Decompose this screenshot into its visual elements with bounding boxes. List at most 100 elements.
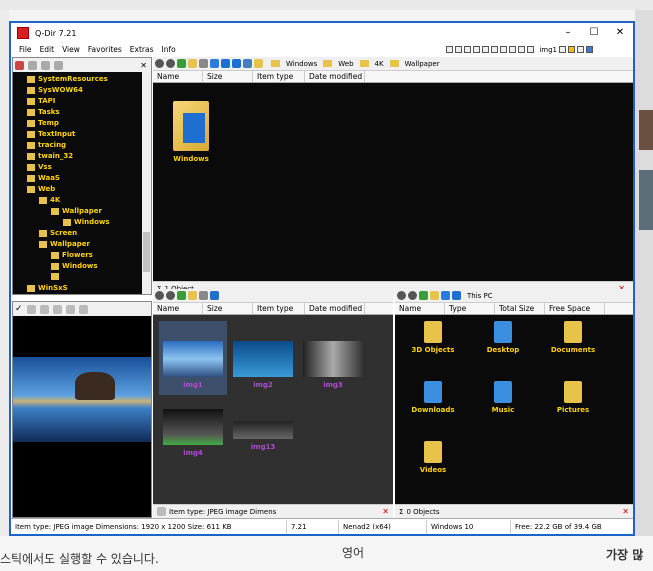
menu-edit[interactable]: Edit bbox=[40, 45, 55, 54]
up-icon[interactable] bbox=[177, 59, 186, 68]
tree-icon[interactable] bbox=[15, 60, 24, 70]
tree-item[interactable]: Wallpaper bbox=[51, 207, 102, 215]
tree-item[interactable]: SystemResources bbox=[27, 75, 108, 83]
menu-extras[interactable]: Extras bbox=[130, 45, 154, 54]
up-icon[interactable] bbox=[419, 291, 428, 300]
list-item[interactable]: Downloads bbox=[409, 381, 457, 414]
column-total-size[interactable]: Total Size bbox=[495, 303, 545, 314]
preview-option-icon[interactable] bbox=[78, 304, 88, 314]
close-button[interactable]: ✕ bbox=[607, 23, 633, 43]
breadcrumb-item[interactable]: Wallpaper bbox=[402, 60, 443, 68]
tree-item[interactable]: Windows bbox=[63, 218, 110, 226]
column-date-modified[interactable]: Date modified bbox=[305, 303, 365, 314]
layout-icon[interactable] bbox=[527, 46, 535, 53]
back-button[interactable] bbox=[155, 291, 164, 300]
preview-option-icon[interactable] bbox=[65, 304, 75, 314]
maximize-button[interactable]: ☐ bbox=[581, 23, 607, 43]
tree-item[interactable]: Flowers bbox=[51, 251, 93, 259]
column-size[interactable]: Size bbox=[203, 71, 253, 82]
back-button[interactable] bbox=[155, 59, 164, 68]
tree-item[interactable]: Tasks bbox=[27, 108, 60, 116]
tree-item[interactable]: WaaS bbox=[27, 174, 60, 182]
close-icon[interactable]: ✕ bbox=[140, 61, 147, 70]
forward-button[interactable] bbox=[408, 291, 417, 300]
column-type[interactable]: Type bbox=[445, 303, 495, 314]
minimize-button[interactable]: – bbox=[555, 23, 581, 43]
list-item[interactable]: Videos bbox=[409, 441, 457, 474]
preview-option-icon[interactable] bbox=[52, 304, 62, 314]
check-icon[interactable]: ✓ bbox=[15, 304, 23, 314]
layout-icon[interactable] bbox=[491, 46, 499, 53]
refresh-icon[interactable] bbox=[441, 291, 450, 300]
tree-option-icon[interactable] bbox=[41, 60, 50, 70]
monitor-icon[interactable] bbox=[586, 46, 593, 53]
list-item[interactable]: img13 bbox=[229, 399, 297, 473]
layout-icon[interactable] bbox=[518, 46, 526, 53]
quick-label[interactable]: img1 bbox=[539, 46, 557, 54]
folder-icon[interactable] bbox=[430, 291, 439, 300]
column-item-type[interactable]: Item type bbox=[253, 303, 305, 314]
layout-icon[interactable] bbox=[464, 46, 472, 53]
up-icon[interactable] bbox=[177, 291, 186, 300]
tree-item[interactable]: WinSxS bbox=[27, 284, 68, 292]
monitor-icon[interactable] bbox=[210, 291, 219, 300]
tree-item[interactable]: twain_32 bbox=[27, 152, 73, 160]
view-icon[interactable] bbox=[199, 291, 208, 300]
list-item[interactable]: 3D Objects bbox=[409, 321, 457, 354]
refresh-icon[interactable] bbox=[210, 59, 219, 68]
tree-item[interactable]: TextInput bbox=[27, 130, 75, 138]
column-name[interactable]: Name bbox=[395, 303, 445, 314]
tree-option-icon[interactable] bbox=[28, 60, 37, 70]
layout-icon[interactable] bbox=[446, 46, 454, 53]
layout-icon[interactable] bbox=[455, 46, 463, 53]
list-item[interactable]: img3 bbox=[299, 321, 367, 395]
monitor-icon[interactable] bbox=[221, 59, 230, 68]
tools-icon[interactable] bbox=[577, 46, 584, 53]
tree-item[interactable]: Wallpaper bbox=[39, 240, 90, 248]
layout-icon[interactable] bbox=[473, 46, 481, 53]
forward-button[interactable] bbox=[166, 59, 175, 68]
back-button[interactable] bbox=[397, 291, 406, 300]
forward-button[interactable] bbox=[166, 291, 175, 300]
menu-info[interactable]: Info bbox=[162, 45, 176, 54]
pin-icon[interactable] bbox=[559, 46, 566, 53]
tree-item[interactable] bbox=[51, 273, 59, 280]
layout-icon[interactable] bbox=[482, 46, 490, 53]
breadcrumb-item[interactable]: 4K bbox=[372, 60, 387, 68]
list-item[interactable]: img2 bbox=[229, 321, 297, 395]
preview-option-icon[interactable] bbox=[39, 304, 49, 314]
tree-item[interactable]: TAPI bbox=[27, 97, 55, 105]
column-size[interactable]: Size bbox=[203, 303, 253, 314]
list-item[interactable]: Music bbox=[479, 381, 527, 414]
column-name[interactable]: Name bbox=[153, 71, 203, 82]
monitor-icon[interactable] bbox=[452, 291, 461, 300]
tree-item[interactable]: Vss bbox=[27, 163, 52, 171]
list-item[interactable]: Windows bbox=[171, 101, 211, 163]
list-item[interactable]: Pictures bbox=[545, 381, 601, 414]
column-free-space[interactable]: Free Space bbox=[545, 303, 605, 314]
list-item[interactable]: Documents bbox=[545, 321, 601, 354]
list-item[interactable]: Desktop bbox=[479, 321, 527, 354]
tree-item[interactable]: Windows bbox=[51, 262, 98, 270]
column-item-type[interactable]: Item type bbox=[253, 71, 305, 82]
list-item[interactable]: img1 bbox=[159, 321, 227, 395]
star-icon[interactable] bbox=[568, 46, 575, 53]
monitor-icon[interactable] bbox=[232, 59, 241, 68]
tree-item[interactable]: SysWOW64 bbox=[27, 86, 83, 94]
tree-option-icon[interactable] bbox=[54, 60, 63, 70]
column-name[interactable]: Name bbox=[153, 303, 203, 314]
location-label[interactable]: This PC bbox=[467, 292, 493, 300]
view-icon[interactable] bbox=[199, 59, 208, 68]
folder-icon[interactable] bbox=[254, 59, 263, 68]
tree-item[interactable]: Web bbox=[27, 185, 55, 193]
tree-item[interactable]: 4K bbox=[39, 196, 60, 204]
menu-file[interactable]: File bbox=[19, 45, 32, 54]
preview-option-icon[interactable] bbox=[26, 304, 36, 314]
menu-view[interactable]: View bbox=[62, 45, 80, 54]
folder-icon[interactable] bbox=[188, 59, 197, 68]
tree-item[interactable]: tracing bbox=[27, 141, 66, 149]
tree-item[interactable]: Temp bbox=[27, 119, 59, 127]
layout-icon[interactable] bbox=[500, 46, 508, 53]
folder-icon[interactable] bbox=[188, 291, 197, 300]
breadcrumb-item[interactable]: Windows bbox=[283, 60, 320, 68]
